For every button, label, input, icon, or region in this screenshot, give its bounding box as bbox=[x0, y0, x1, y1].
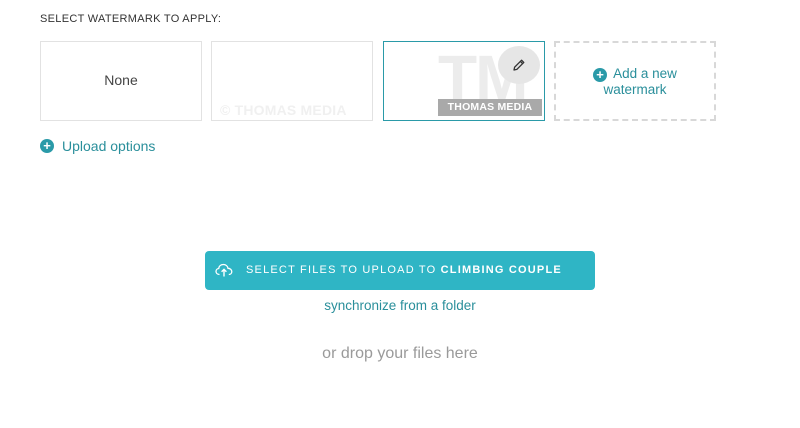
cloud-upload-icon bbox=[215, 263, 233, 277]
upload-options-toggle[interactable]: + Upload options bbox=[40, 138, 155, 154]
plus-circle-icon: + bbox=[40, 139, 54, 153]
upload-options-label: Upload options bbox=[62, 138, 156, 154]
edit-watermark-button[interactable] bbox=[498, 46, 540, 84]
add-watermark-label-line1: Add a new bbox=[613, 66, 677, 81]
pencil-icon bbox=[513, 59, 525, 71]
upload-target-name: CLIMBING COUPLE bbox=[440, 264, 562, 276]
plus-circle-icon: + bbox=[593, 68, 608, 82]
select-files-prefix: SELECT FILES TO UPLOAD TO bbox=[246, 264, 441, 276]
watermark-option-copyright-thomas-media[interactable]: © THOMAS MEDIA bbox=[211, 41, 373, 121]
watermark-preview-text: © THOMAS MEDIA bbox=[220, 102, 347, 118]
watermark-section-label: SELECT WATERMARK TO APPLY: bbox=[40, 13, 222, 25]
synchronize-folder-link[interactable]: synchronize from a folder bbox=[0, 298, 800, 313]
drop-zone-text: or drop your files here bbox=[322, 345, 478, 362]
select-files-button[interactable]: SELECT FILES TO UPLOAD TO CLIMBING COUPL… bbox=[205, 251, 595, 290]
add-watermark-label-group: + Add a new watermark bbox=[556, 66, 714, 98]
add-watermark-button[interactable]: + Add a new watermark bbox=[554, 41, 716, 121]
watermark-option-thomas-media[interactable]: TM THOMAS MEDIA bbox=[383, 41, 545, 121]
watermark-none-label: None bbox=[104, 72, 138, 88]
add-watermark-label-line2: watermark bbox=[603, 82, 667, 97]
select-files-label: SELECT FILES TO UPLOAD TO CLIMBING COUPL… bbox=[246, 251, 562, 290]
watermark-preview-label: THOMAS MEDIA bbox=[438, 99, 542, 116]
watermark-option-none[interactable]: None bbox=[40, 41, 202, 121]
